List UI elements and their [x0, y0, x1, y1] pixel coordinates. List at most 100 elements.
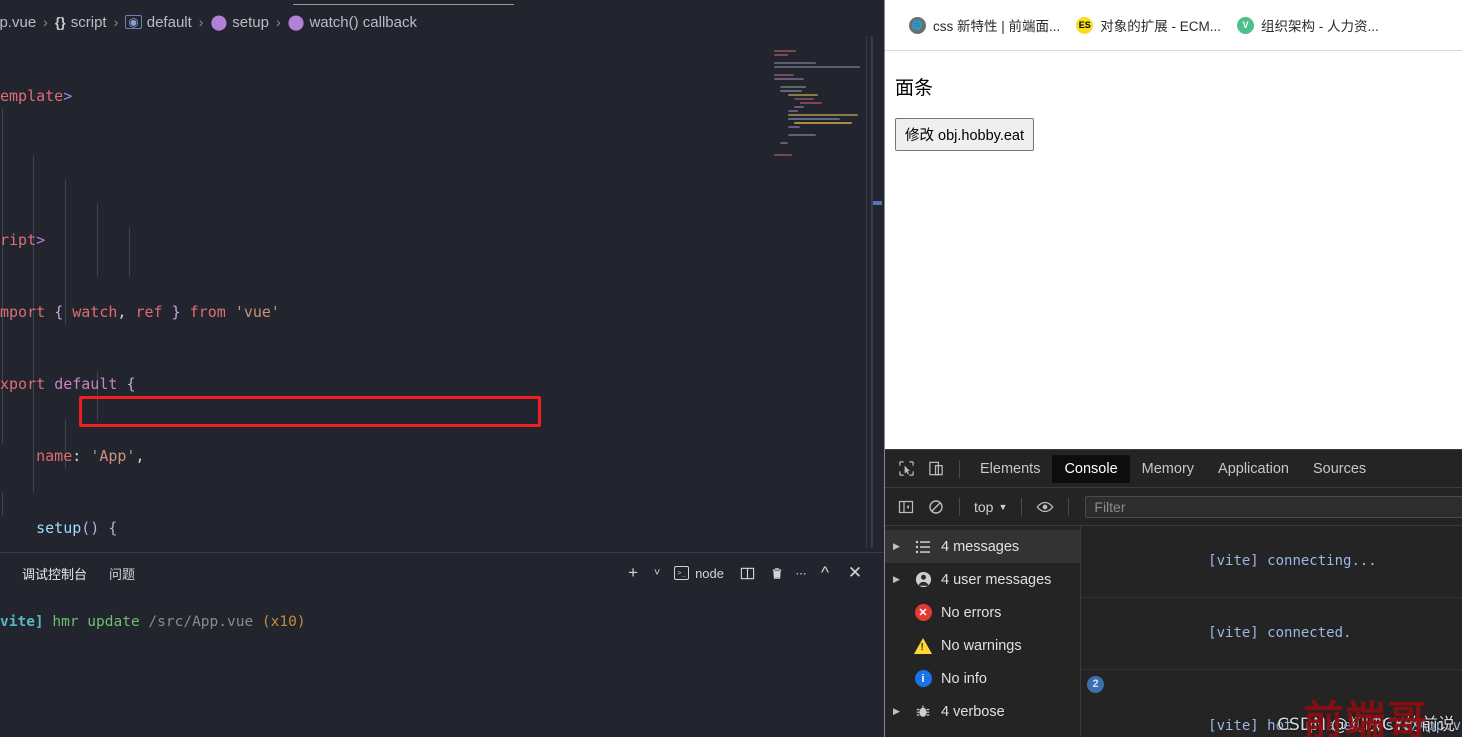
bookmark-label: 对象的扩展 - ECM...	[1100, 19, 1222, 34]
list-svg	[915, 540, 930, 553]
sidebar-item-warnings[interactable]: ▶ No warnings	[885, 629, 1080, 662]
terminal-icon: >_	[674, 566, 690, 580]
add-terminal-icon[interactable]: +	[618, 558, 648, 588]
toolbar-divider	[1068, 497, 1070, 516]
terminal-command: hmr update	[43, 614, 149, 630]
sidebar-item-info[interactable]: ▶ i No info	[885, 662, 1080, 695]
console-toolbar[interactable]: top ▼ Filter	[885, 488, 1462, 526]
info-icon: i	[913, 670, 933, 687]
live-expression-icon[interactable]	[1030, 492, 1060, 522]
modify-hobby-eat-button[interactable]: 修改 obj.hobby.eat	[895, 118, 1035, 151]
tab-elements[interactable]: Elements	[968, 455, 1052, 483]
bookmark-item[interactable]: V 组织架构 - 人力资...	[1229, 11, 1387, 39]
sidebar-item-errors[interactable]: ▶ ✕ No errors	[885, 596, 1080, 629]
terminal-tab-problems[interactable]: 问题	[109, 564, 135, 583]
console-message[interactable]: [vite] connected.	[1081, 598, 1462, 670]
terminal-header: 调试控制台 问题 + ˅ >_ node ⋯ ^ ✕	[0, 553, 884, 593]
breadcrumb-item-watch-callback[interactable]: ⬤ watch() callback	[288, 14, 417, 31]
terminal-tabs[interactable]: 调试控制台 问题	[22, 564, 135, 583]
console-message-text: [vite] connecting...	[1208, 553, 1377, 569]
inspect-element-icon[interactable]	[891, 454, 921, 484]
terminal-path: /src/App.vue	[148, 614, 254, 630]
terminal-panel: 调试控制台 问题 + ˅ >_ node ⋯ ^ ✕ vite] hmr upd…	[0, 552, 884, 737]
breadcrumb-separator-icon: ›	[198, 14, 204, 30]
bookmark-item[interactable]: 🌐 css 新特性 | 前端面...	[901, 11, 1068, 39]
terminal-profile-label: node	[695, 565, 724, 581]
breadcrumb-separator-icon: ›	[113, 14, 119, 30]
browser-window: 🌐 css 新特性 | 前端面... ES 对象的扩展 - ECM... V 组…	[884, 0, 1462, 737]
screen-root: ● p.vue › {} script › ◉ default › ⬤ setu…	[0, 0, 1462, 737]
tab-console[interactable]: Console	[1052, 454, 1130, 483]
breadcrumb-item-script[interactable]: {} script	[55, 14, 107, 31]
error-icon: ✕	[913, 604, 933, 621]
bookmarks-bar[interactable]: 🌐 css 新特性 | 前端面... ES 对象的扩展 - ECM... V 组…	[885, 0, 1462, 51]
vscode-window: ● p.vue › {} script › ◉ default › ⬤ setu…	[0, 0, 884, 737]
bookmark-label: css 新特性 | 前端面...	[933, 19, 1061, 34]
breadcrumb-item-file[interactable]: ● p.vue	[0, 14, 36, 31]
terminal-prefix: vite]	[0, 614, 44, 630]
terminal-count: (x10)	[253, 614, 306, 630]
user-icon	[913, 571, 933, 588]
maximize-panel-icon[interactable]: ^	[810, 558, 840, 588]
terminal-profile-node-button[interactable]: >_ node	[668, 566, 730, 581]
code-content[interactable]: emplate> ript> mport { watch, ref } from…	[0, 36, 884, 548]
sidebar-item-verbose[interactable]: ▶ 4 verbose	[885, 695, 1080, 728]
page-viewport: 面条 修改 obj.hobby.eat	[885, 51, 1462, 449]
console-messages[interactable]: [vite] connecting... [vite] connected. 2…	[1081, 526, 1462, 737]
clear-console-icon[interactable]	[921, 492, 951, 522]
code-line: emplate>	[0, 87, 73, 105]
sidebar-item-user-messages[interactable]: ▶ 4 user messages	[885, 563, 1080, 596]
trash-svg	[772, 567, 782, 579]
module-icon: ◉	[125, 15, 142, 29]
tab-sources[interactable]: Sources	[1301, 455, 1378, 483]
execution-context-selector[interactable]: top ▼	[968, 497, 1013, 517]
chevron-down-icon[interactable]: ˅	[648, 558, 666, 588]
console-message[interactable]: 2 [vite] hot updated: /src/App.vue	[1081, 670, 1462, 737]
inspect-svg	[898, 461, 914, 476]
terminal-output[interactable]: vite] hmr update /src/App.vue (x10)	[0, 593, 884, 633]
code-line: mport { watch, ref } from 'vue'	[0, 303, 280, 321]
chevron-right-icon[interactable]: ▶	[893, 574, 905, 585]
console-sidebar[interactable]: ▶ 4 messages ▶ 4 user messages ✕ No erro…	[885, 526, 1081, 737]
devtools-tabbar[interactable]: Elements Console Memory Application Sour…	[885, 450, 1462, 488]
toolbar-divider	[959, 497, 960, 516]
editor-minimap[interactable]	[766, 36, 872, 548]
editor-right-rule	[866, 36, 867, 548]
close-panel-icon[interactable]: ✕	[840, 558, 870, 588]
trash-icon[interactable]	[762, 558, 792, 588]
page-heading: 面条	[895, 78, 934, 99]
code-line: ript>	[0, 231, 46, 249]
warning-icon	[913, 637, 933, 654]
split-terminal-icon[interactable]	[732, 558, 762, 588]
sidebar-item-label: No errors	[941, 604, 1002, 621]
breadcrumb-item-default[interactable]: ◉ default	[125, 14, 192, 31]
scrollbar-thumb[interactable]	[872, 201, 882, 205]
console-message[interactable]: [vite] connecting...	[1081, 526, 1462, 598]
list-icon	[913, 540, 933, 554]
user-svg	[915, 571, 931, 588]
breadcrumb[interactable]: ● p.vue › {} script › ◉ default › ⬤ setu…	[0, 10, 417, 34]
filter-input[interactable]: Filter	[1085, 495, 1462, 518]
sidebar-item-label: 4 verbose	[941, 703, 1005, 720]
bookmark-item[interactable]: ES 对象的扩展 - ECM...	[1068, 11, 1229, 39]
editor-right-rule-2	[872, 36, 873, 548]
tab-memory[interactable]: Memory	[1130, 455, 1206, 483]
split-terminal-svg	[740, 567, 754, 579]
sidebar-item-messages[interactable]: ▶ 4 messages	[885, 530, 1080, 563]
chevron-right-icon[interactable]: ▶	[893, 706, 905, 717]
console-sidebar-icon[interactable]	[891, 492, 921, 522]
device-toolbar-icon[interactable]	[921, 454, 951, 484]
clear-svg	[929, 499, 943, 514]
tab-application[interactable]: Application	[1206, 455, 1301, 483]
toolbar-divider	[1021, 497, 1023, 516]
breadcrumb-label: script	[70, 13, 107, 31]
bug-svg	[916, 705, 930, 717]
more-actions-icon[interactable]: ⋯	[792, 558, 810, 588]
terminal-tab-debug-console[interactable]: 调试控制台	[22, 564, 87, 583]
code-editor[interactable]: emplate> ript> mport { watch, ref } from…	[0, 36, 884, 548]
breadcrumb-item-setup[interactable]: ⬤ setup	[210, 14, 269, 31]
code-line: setup() {	[36, 519, 118, 537]
cube-icon: ⬤	[287, 13, 305, 31]
console-message-text: [vite] hot updated: /src/App.vue	[1208, 718, 1462, 734]
chevron-right-icon[interactable]: ▶	[893, 541, 905, 552]
